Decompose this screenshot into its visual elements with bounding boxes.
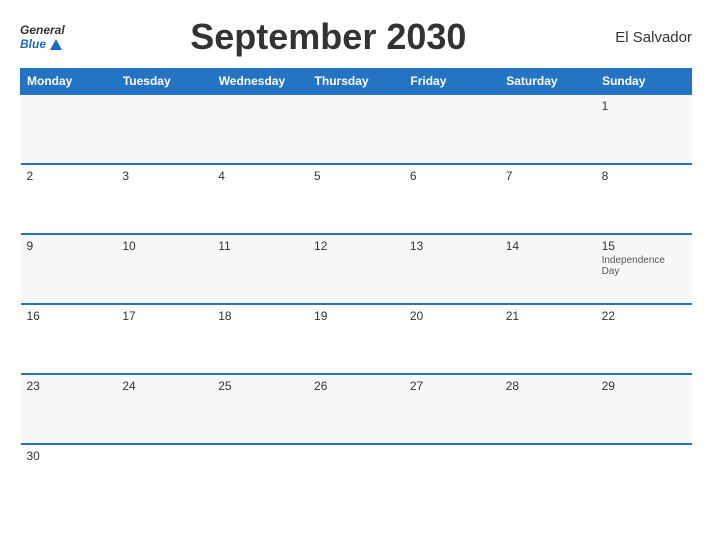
calendar-cell: 4: [212, 164, 308, 234]
month-title: September 2030: [65, 16, 592, 58]
calendar-cell: [308, 444, 404, 514]
calendar-cell: 2: [21, 164, 117, 234]
calendar-cell: 27: [404, 374, 500, 444]
calendar-cell: 24: [116, 374, 212, 444]
week-row-2: 2345678: [21, 164, 692, 234]
day-number: 12: [314, 239, 398, 253]
day-number: 29: [602, 379, 686, 393]
weekday-header-sunday: Sunday: [596, 69, 692, 95]
calendar-cell: 17: [116, 304, 212, 374]
calendar-cell: 9: [21, 234, 117, 304]
calendar-table: MondayTuesdayWednesdayThursdayFridaySatu…: [20, 68, 692, 514]
calendar-cell: [500, 94, 596, 164]
event-label: Independence Day: [602, 255, 686, 277]
day-number: 26: [314, 379, 398, 393]
week-row-5: 23 24 25 26 27 28 29: [21, 374, 692, 444]
day-number: 11: [218, 239, 302, 253]
day-number: 18: [218, 309, 302, 323]
logo-line2: Blue: [20, 37, 65, 51]
calendar-cell: 1: [596, 94, 692, 164]
day-number: 13: [410, 239, 494, 253]
calendar-header: General Blue September 2030 El Salvador: [20, 16, 692, 58]
day-number: 17: [122, 309, 206, 323]
calendar-cell: [596, 444, 692, 514]
calendar-cell: 3: [116, 164, 212, 234]
day-number: 6: [410, 169, 494, 183]
day-number: 1: [602, 99, 686, 113]
calendar-cell: 11: [212, 234, 308, 304]
logo: General Blue: [20, 23, 65, 51]
day-number: 15: [602, 239, 686, 253]
country-label: El Salvador: [592, 29, 692, 46]
logo-line1: General: [20, 23, 65, 37]
week-row-4: 16 17 18 19 20 21 22: [21, 304, 692, 374]
weekday-header-friday: Friday: [404, 69, 500, 95]
calendar-cell: 15 Independence Day: [596, 234, 692, 304]
calendar-cell: 8: [596, 164, 692, 234]
weekday-header-monday: Monday: [21, 69, 117, 95]
week-row-3: 9 10 11 12 13 14 15 Independence Day: [21, 234, 692, 304]
weekday-header-tuesday: Tuesday: [116, 69, 212, 95]
calendar-cell: 30: [21, 444, 117, 514]
day-number: 28: [506, 379, 590, 393]
weekday-header-row: MondayTuesdayWednesdayThursdayFridaySatu…: [21, 69, 692, 95]
day-number: 9: [27, 239, 111, 253]
calendar-cell: 28: [500, 374, 596, 444]
day-number: 24: [122, 379, 206, 393]
calendar-cell: [404, 444, 500, 514]
calendar-cell: 23: [21, 374, 117, 444]
calendar-cell: [116, 94, 212, 164]
day-number: 20: [410, 309, 494, 323]
calendar-cell: 18: [212, 304, 308, 374]
logo-triangle-icon: [50, 39, 62, 50]
calendar-cell: [212, 94, 308, 164]
weekday-header-saturday: Saturday: [500, 69, 596, 95]
weekday-header-wednesday: Wednesday: [212, 69, 308, 95]
week-row-1: 1: [21, 94, 692, 164]
day-number: 7: [506, 169, 590, 183]
calendar-cell: [404, 94, 500, 164]
calendar-cell: 12: [308, 234, 404, 304]
logo-text: General Blue: [20, 23, 65, 51]
calendar-cell: 13: [404, 234, 500, 304]
calendar-cell: 26: [308, 374, 404, 444]
calendar-cell: 19: [308, 304, 404, 374]
day-number: 2: [27, 169, 111, 183]
day-number: 4: [218, 169, 302, 183]
week-row-6: 30: [21, 444, 692, 514]
calendar-cell: [500, 444, 596, 514]
calendar-cell: 14: [500, 234, 596, 304]
day-number: 22: [602, 309, 686, 323]
calendar-cell: [116, 444, 212, 514]
calendar-cell: 5: [308, 164, 404, 234]
day-number: 10: [122, 239, 206, 253]
day-number: 23: [27, 379, 111, 393]
day-number: 3: [122, 169, 206, 183]
calendar-cell: 6: [404, 164, 500, 234]
day-number: 19: [314, 309, 398, 323]
logo-blue-text: Blue: [20, 37, 46, 51]
day-number: 30: [27, 449, 111, 463]
day-number: 21: [506, 309, 590, 323]
calendar-cell: 21: [500, 304, 596, 374]
calendar-cell: [308, 94, 404, 164]
day-number: 25: [218, 379, 302, 393]
day-number: 5: [314, 169, 398, 183]
day-number: 16: [27, 309, 111, 323]
calendar-cell: 25: [212, 374, 308, 444]
weekday-header-thursday: Thursday: [308, 69, 404, 95]
calendar-cell: 22: [596, 304, 692, 374]
day-number: 14: [506, 239, 590, 253]
day-number: 8: [602, 169, 686, 183]
calendar-container: General Blue September 2030 El Salvador …: [0, 0, 712, 550]
calendar-cell: 29: [596, 374, 692, 444]
calendar-cell: 20: [404, 304, 500, 374]
calendar-cell: 16: [21, 304, 117, 374]
calendar-cell: 10: [116, 234, 212, 304]
day-number: 27: [410, 379, 494, 393]
calendar-cell: [212, 444, 308, 514]
calendar-cell: 7: [500, 164, 596, 234]
calendar-cell: [21, 94, 117, 164]
